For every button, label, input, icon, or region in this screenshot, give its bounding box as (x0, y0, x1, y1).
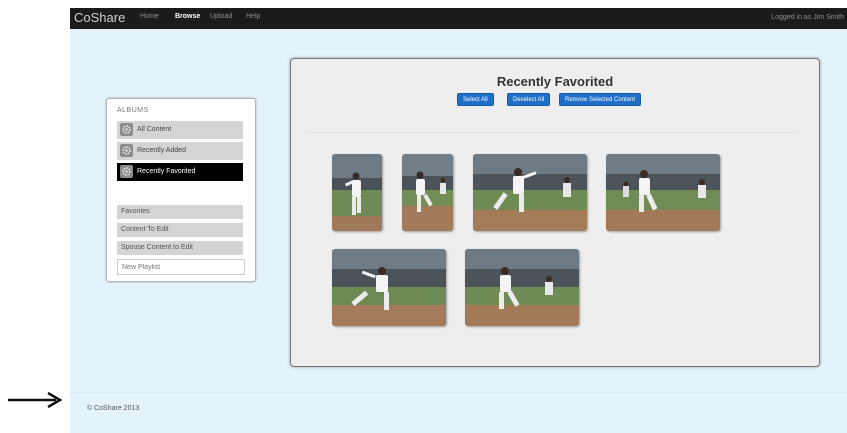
album-label: Recently Favorited (137, 168, 196, 175)
deselect-all-button[interactable]: Deselect All (507, 93, 551, 106)
albums-title: ALBUMS (117, 107, 149, 114)
new-playlist-input[interactable] (117, 259, 245, 275)
photo-thumbnail[interactable] (332, 154, 382, 231)
select-all-button[interactable]: Select All (457, 93, 494, 106)
album-item-recently-added[interactable]: Recently Added (117, 142, 243, 160)
photo-thumbnail[interactable] (606, 154, 720, 231)
nav-help[interactable]: Help (246, 13, 260, 20)
gear-icon (120, 165, 133, 178)
nav-home[interactable]: Home (140, 13, 159, 20)
nav-browse[interactable]: Browse (175, 13, 200, 20)
app-window: CoShare Home Browse Upload Help Logged i… (70, 8, 847, 433)
list-item-favorites[interactable]: Favorites (117, 205, 243, 219)
page-title: Recently Favorited (496, 74, 614, 89)
album-item-recently-favorited[interactable]: Recently Favorited (117, 163, 243, 181)
divider (307, 132, 797, 133)
nav-upload[interactable]: Upload (210, 13, 232, 20)
photo-thumbnail[interactable] (332, 249, 446, 326)
footer-divider (70, 392, 847, 393)
footer-copyright: © CoShare 2013 (87, 405, 140, 412)
user-status: Logged in as Jim Smith (771, 14, 844, 21)
albums-panel: ALBUMS All Content Recently Added Recent… (106, 98, 256, 282)
photo-thumbnail[interactable] (473, 154, 587, 231)
photo-thumbnail[interactable] (402, 154, 453, 231)
list-item-content-to-edit[interactable]: Content To Edit (117, 223, 243, 237)
album-label: All Content (137, 126, 172, 133)
gear-icon (120, 144, 133, 157)
album-item-all-content[interactable]: All Content (117, 121, 243, 139)
photo-thumbnail[interactable] (465, 249, 579, 326)
top-navbar: CoShare Home Browse Upload Help Logged i… (70, 8, 847, 29)
remove-selected-button[interactable]: Remove Selected Content (559, 93, 642, 106)
annotation-arrow-icon (8, 392, 63, 408)
album-label: Recently Added (137, 147, 187, 154)
list-item-spouse-content[interactable]: Spouse Content to Edit (117, 241, 243, 255)
brand-logo[interactable]: CoShare (74, 10, 125, 25)
gear-icon (120, 123, 133, 136)
content-panel: Recently Favorited Select All Deselect A… (290, 58, 820, 367)
